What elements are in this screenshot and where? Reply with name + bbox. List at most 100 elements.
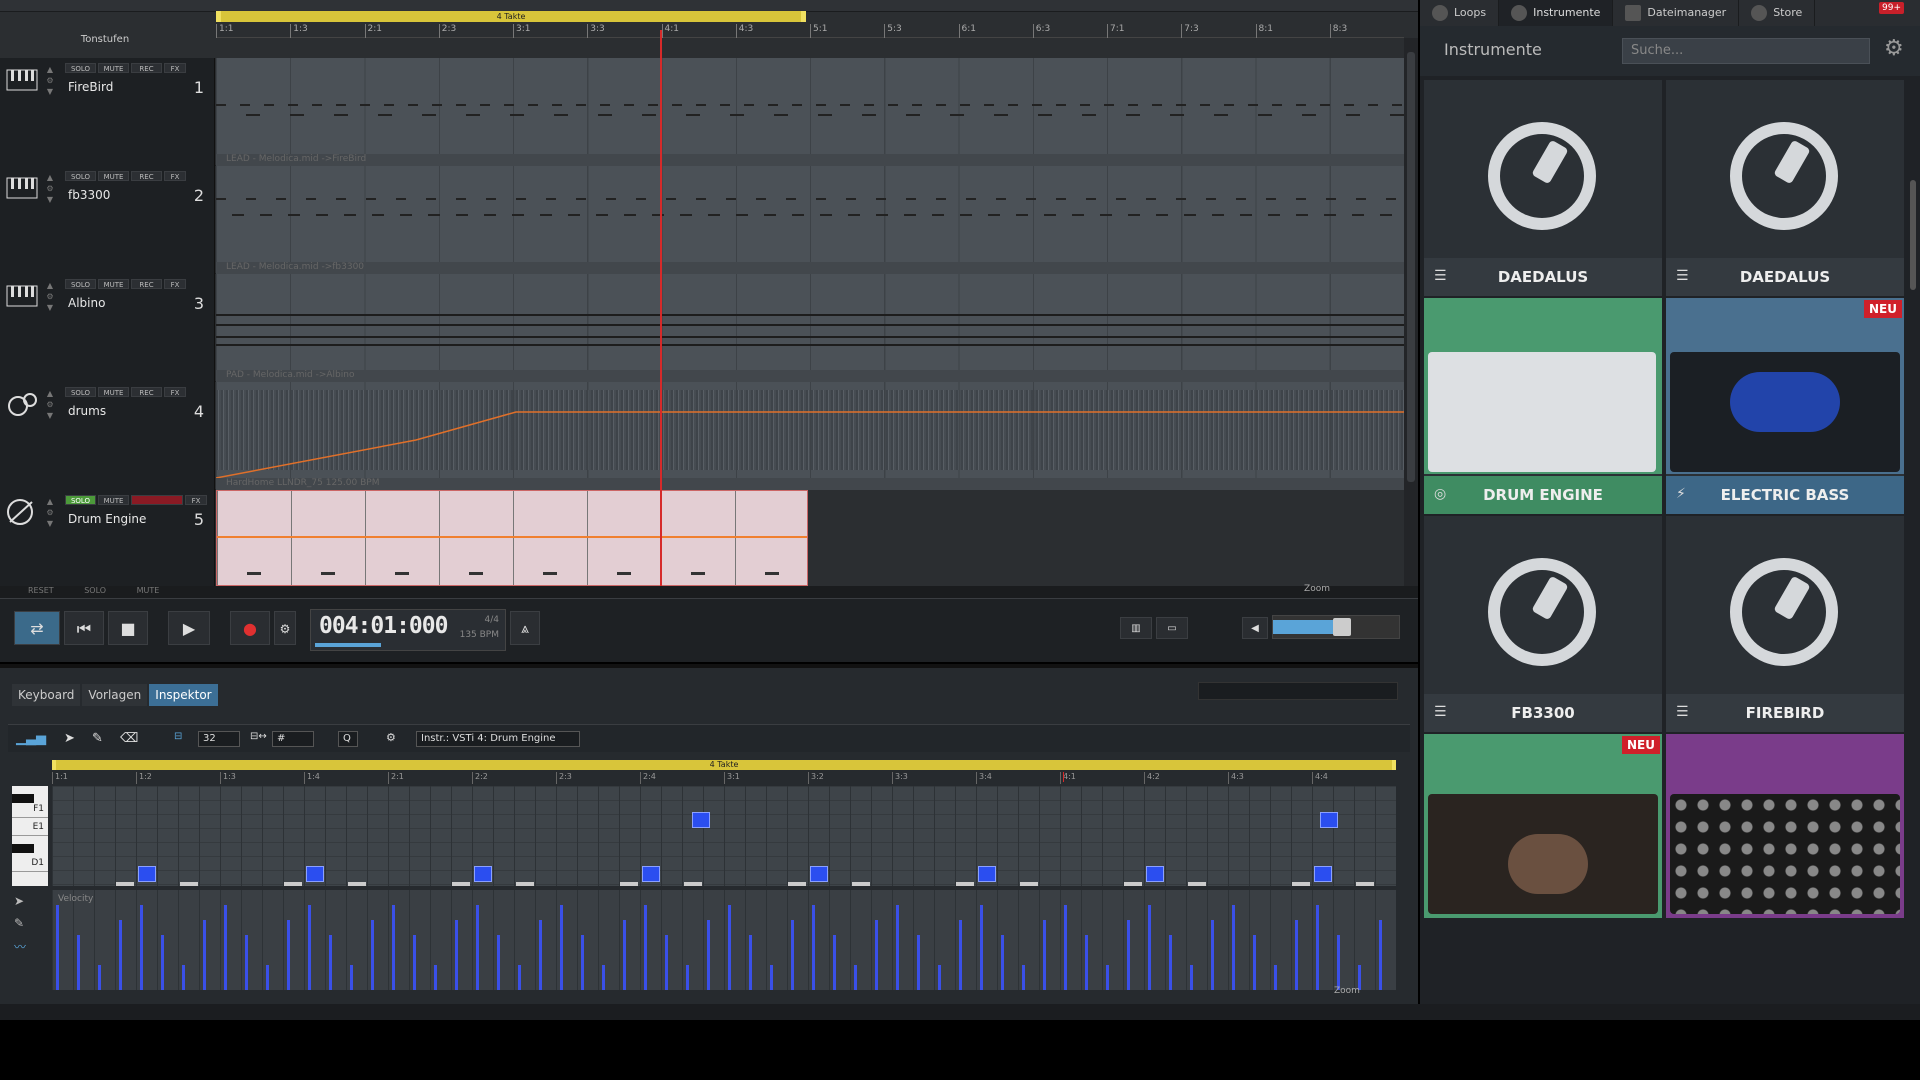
midi-note[interactable] <box>284 882 302 886</box>
fx-button[interactable]: FX <box>164 171 186 181</box>
velocity-bar[interactable] <box>1169 935 1172 990</box>
velocity-bar[interactable] <box>203 920 206 990</box>
tab-keyboard[interactable]: Keyboard <box>12 684 81 706</box>
midi-note[interactable] <box>852 882 870 886</box>
velocity-bar[interactable] <box>812 905 815 990</box>
mute-button[interactable]: MUTE <box>98 63 129 73</box>
solo-button[interactable]: SOLO <box>65 495 96 505</box>
browser-search-input[interactable]: Suche... <box>1622 38 1870 64</box>
quantize-button[interactable]: Q <box>338 731 358 747</box>
key-e1[interactable]: E1 <box>12 822 48 836</box>
track-lane[interactable]: LEAD - Melodica.mid ->FireBird <box>216 58 1404 184</box>
velocity-bar[interactable] <box>980 905 983 990</box>
pointer-tool-icon[interactable]: ➤ <box>14 894 46 908</box>
midi-note[interactable] <box>452 882 470 886</box>
track-header[interactable]: ▲ ⚙ ▼ SOLO MUTE REC FX Albino 3 <box>0 274 215 382</box>
piano-roll-grid[interactable] <box>52 786 1396 886</box>
tab-instrumente[interactable]: Instrumente <box>1499 0 1614 26</box>
velocity-bar[interactable] <box>329 935 332 990</box>
rec-button[interactable]: REC <box>131 387 162 397</box>
midi-note[interactable] <box>180 882 198 886</box>
velocity-bar[interactable] <box>644 905 647 990</box>
rec-button[interactable]: REC <box>131 279 162 289</box>
solo-button[interactable]: SOLO <box>65 279 96 289</box>
velocity-bar[interactable] <box>833 935 836 990</box>
velocity-bar[interactable] <box>623 920 626 990</box>
tab-inspektor[interactable]: Inspektor <box>149 684 218 706</box>
editor-loop-bar[interactable]: 4 Takte <box>52 760 1396 770</box>
line-tool-icon[interactable]: 〰 <box>14 938 46 955</box>
track-settings-icon[interactable]: ▲ ⚙ ▼ <box>44 280 56 314</box>
meter-view-button[interactable]: ▥ <box>1120 617 1152 639</box>
tab-loops[interactable]: Loops <box>1420 0 1500 26</box>
midi-note[interactable] <box>348 882 366 886</box>
key-d1[interactable]: D1 <box>12 858 48 872</box>
velocity-bar[interactable] <box>518 965 521 990</box>
velocity-bar[interactable] <box>266 965 269 990</box>
velocity-bar[interactable] <box>1106 965 1109 990</box>
track-header[interactable]: ▲ ⚙ ▼ SOLO MUTE REC FX fb3300 2 <box>0 166 215 274</box>
velocity-bar[interactable] <box>917 935 920 990</box>
track-settings-icon[interactable]: ▲ ⚙ ▼ <box>44 172 56 206</box>
velocity-bar[interactable] <box>791 920 794 990</box>
midi-note[interactable] <box>810 866 828 882</box>
velocity-bar[interactable] <box>1085 935 1088 990</box>
grid-select[interactable]: # <box>272 731 314 747</box>
instrument-tile[interactable]: FIREBIRD ☰ <box>1666 516 1904 732</box>
velocity-bar[interactable] <box>350 965 353 990</box>
velocity-bar[interactable] <box>1253 935 1256 990</box>
editor-zoom-dropdown[interactable]: Zoom <box>1334 986 1360 996</box>
editor-ruler[interactable]: 1:1 1:2 1:3 1:4 2:1 2:2 2:3 2:4 3:1 3:2 3:3 3:4 4:1 4… <box>52 772 1396 784</box>
rewind-button[interactable]: ⏮ <box>64 611 104 645</box>
midi-note[interactable] <box>684 882 702 886</box>
velocity-bar[interactable] <box>308 905 311 990</box>
gear-icon[interactable]: ⚙ <box>1884 36 1904 61</box>
rec-button[interactable]: REC <box>131 171 162 181</box>
midi-note[interactable] <box>1020 882 1038 886</box>
velocity-bar[interactable] <box>560 905 563 990</box>
pencil-tool-icon[interactable]: ✎ <box>92 731 103 746</box>
velocity-bar[interactable] <box>98 965 101 990</box>
velocity-bar[interactable] <box>182 965 185 990</box>
velocity-bar[interactable] <box>1274 965 1277 990</box>
velocity-bar[interactable] <box>245 935 248 990</box>
track-header[interactable]: ▲ ⚙ ▼ SOLO MUTE REC FX FireBird 1 <box>0 58 215 166</box>
vertical-scrollbar[interactable] <box>1404 38 1418 586</box>
quantize-select[interactable]: 32 <box>198 731 240 747</box>
midi-note[interactable] <box>1188 882 1206 886</box>
play-button[interactable]: ▶ <box>168 611 210 645</box>
velocity-lane[interactable]: Velocity <box>52 890 1396 990</box>
midi-note[interactable] <box>1146 866 1164 882</box>
velocity-bar[interactable] <box>539 920 542 990</box>
track-lane[interactable]: HardHome LLNDR_75 125.00 BPM <box>216 382 1404 490</box>
velocity-bar[interactable] <box>1337 935 1340 990</box>
piano-keys[interactable]: F1 E1 D1 <box>12 786 48 886</box>
velocity-bar[interactable] <box>119 920 122 990</box>
velocity-bar[interactable] <box>413 935 416 990</box>
velocity-bar[interactable] <box>77 935 80 990</box>
browser-scrollbar[interactable] <box>1910 180 1916 290</box>
master-volume-slider[interactable] <box>1272 615 1400 639</box>
midi-note[interactable] <box>1320 812 1338 828</box>
velocity-bar[interactable] <box>686 965 689 990</box>
scale-dropdown[interactable]: Tonstufen <box>0 34 210 45</box>
track-header[interactable]: ▲ ⚙ ▼ SOLO MUTE REC FX drums 4 <box>0 382 215 490</box>
pencil-tool-icon[interactable]: ✎ <box>14 916 46 930</box>
pointer-tool-icon[interactable]: ➤ <box>64 731 75 746</box>
mute-button[interactable]: MUTE <box>98 387 129 397</box>
fx-button[interactable]: FX <box>185 495 207 505</box>
rec-button[interactable]: REC <box>131 63 162 73</box>
velocity-bar[interactable] <box>938 965 941 990</box>
velocity-bar[interactable] <box>707 920 710 990</box>
velocity-bar[interactable] <box>392 905 395 990</box>
velocity-bar[interactable] <box>959 920 962 990</box>
midi-note[interactable] <box>1314 866 1332 882</box>
velocity-bar[interactable] <box>770 965 773 990</box>
track-header[interactable]: ▲ ⚙ ▼ SOLO MUTE FX Drum Engine 5 <box>0 490 215 598</box>
track-lane[interactable]: PAD - Melodica.mid ->Albino <box>216 274 1404 382</box>
instrument-tile[interactable]: DRUM ENGINE ◎ <box>1424 298 1662 514</box>
record-settings-icon[interactable]: ⚙ <box>274 611 296 645</box>
track-settings-icon[interactable]: ▲ ⚙ ▼ <box>44 64 56 98</box>
velocity-bar[interactable] <box>854 965 857 990</box>
velocity-bar[interactable] <box>1043 920 1046 990</box>
